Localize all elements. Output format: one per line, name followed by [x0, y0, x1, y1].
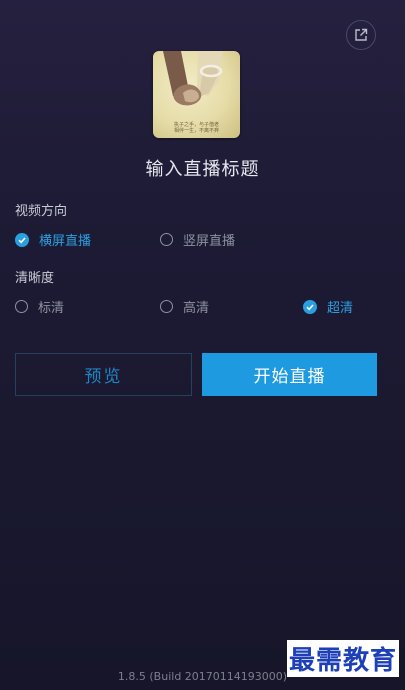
orientation-label: 视频方向 — [15, 204, 68, 219]
quality-hd-option[interactable]: 高清 — [160, 297, 209, 316]
radio-icon — [160, 300, 173, 313]
start-live-button[interactable]: 开始直播 — [202, 353, 377, 396]
watermark: 最需教育 — [286, 640, 399, 677]
checked-radio-icon — [303, 299, 317, 314]
quality-label: 清晰度 — [15, 271, 55, 286]
external-link-icon — [355, 28, 368, 41]
radio-icon — [15, 300, 28, 313]
quality-sd-option[interactable]: 标清 — [15, 297, 64, 316]
radio-icon — [160, 233, 173, 246]
quality-uhd-option[interactable]: 超清 — [303, 297, 353, 316]
orientation-landscape-option[interactable]: 横屏直播 — [15, 230, 91, 249]
quality-uhd-label: 超清 — [327, 301, 354, 316]
live-title-input[interactable]: 输入直播标题 — [0, 155, 405, 181]
preview-button[interactable]: 预览 — [15, 353, 192, 396]
share-button[interactable] — [346, 20, 376, 50]
orientation-portrait-label: 竖屏直播 — [183, 234, 236, 249]
orientation-portrait-option[interactable]: 竖屏直播 — [160, 230, 235, 249]
quality-hd-label: 高清 — [183, 301, 210, 316]
quality-sd-label: 标清 — [38, 301, 65, 316]
cover-caption: 执子之手，与子偕老 相伴一生，不离不弃 — [153, 122, 240, 134]
cover-image[interactable]: 执子之手，与子偕老 相伴一生，不离不弃 — [153, 51, 240, 138]
orientation-landscape-label: 横屏直播 — [39, 234, 92, 249]
checked-radio-icon — [15, 232, 29, 247]
cover-caption-line2: 相伴一生，不离不弃 — [173, 128, 219, 134]
